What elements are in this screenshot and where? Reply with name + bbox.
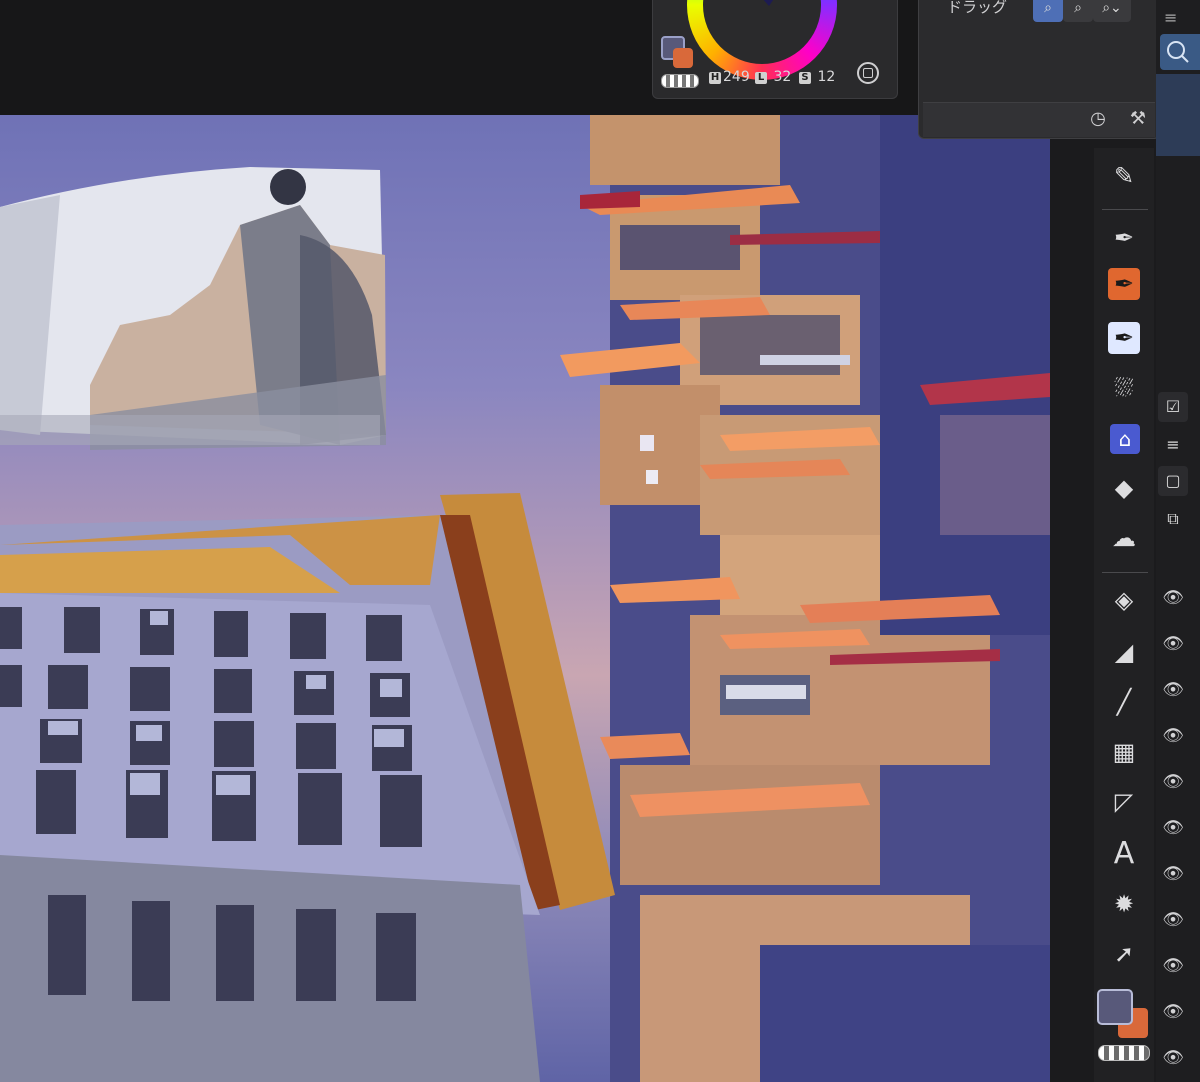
layer-thumbnail-icon[interactable]: ▢	[1158, 466, 1188, 496]
airbrush-tool-icon[interactable]: ⛆	[1104, 368, 1144, 408]
artwork	[0, 115, 1050, 1082]
layer-visibility-eye-icon[interactable]: 👁	[1160, 910, 1186, 930]
layer-visibility-eye-icon[interactable]: 👁	[1160, 588, 1186, 608]
lightness-readout: L 32	[755, 68, 791, 86]
layer-visibility-eye-icon[interactable]: 👁	[1160, 956, 1186, 976]
object-tool-icon[interactable]: ➚	[1104, 934, 1144, 974]
search-glyph	[1167, 41, 1189, 63]
layer-visibility-eye-icon[interactable]: 👁	[1160, 1002, 1186, 1022]
panel-menu-icon[interactable]: ≡	[1164, 8, 1177, 27]
frame-border-tool-icon[interactable]: ▦	[1104, 732, 1144, 772]
wrench-icon[interactable]: ⚒	[1127, 108, 1149, 130]
marker-tool-icon[interactable]: ✒	[1108, 322, 1140, 354]
panel-tab-area[interactable]	[1156, 74, 1200, 156]
ruler-tool-icon[interactable]: ◸	[1104, 782, 1144, 822]
tool-divider	[1102, 572, 1148, 573]
color-wheel-panel: H 249 L 32 S 12	[652, 0, 898, 99]
zoom-in-mode-icon[interactable]: ⌕	[1033, 0, 1063, 22]
hue-readout: H 249	[709, 68, 750, 86]
hue-value: 249	[723, 69, 750, 85]
transparent-color-swatch[interactable]	[661, 74, 699, 88]
tool-property-panel: ドラッグ ⌕ ⌕ ⌕⌄ ◷ ⚒	[918, 0, 1160, 139]
eraser-tool-icon[interactable]: ◆	[1104, 468, 1144, 508]
search-icon[interactable]	[1160, 34, 1200, 70]
main-color-icon[interactable]	[1097, 989, 1133, 1025]
layer-visibility-eye-icon[interactable]: 👁	[1160, 634, 1186, 654]
reference-sketch	[0, 167, 386, 450]
layer-visibility-eye-icon[interactable]: 👁	[1160, 1048, 1186, 1068]
text-tool-icon[interactable]: A	[1104, 834, 1144, 874]
eyedropper-tool-icon[interactable]: ✎	[1104, 156, 1144, 196]
zoom-out-mode-icon[interactable]: ⌕	[1063, 0, 1093, 22]
zoom-reset-mode-icon[interactable]: ⌕⌄	[1093, 0, 1131, 22]
drag-label: ドラッグ	[947, 0, 1008, 16]
balloon-tool-icon[interactable]: ✹	[1104, 884, 1144, 924]
lightness-key: L	[755, 72, 767, 84]
foreground-building	[0, 493, 615, 1082]
saturation-lightness-area[interactable]	[725, 0, 803, 6]
color-wheel-center	[703, 0, 821, 64]
sub-color-swatch[interactable]	[673, 48, 693, 68]
transparent-color-icon[interactable]	[1098, 1045, 1150, 1061]
layer-visibility-eye-icon[interactable]: 👁	[1160, 818, 1186, 838]
layer-visibility-eye-icon[interactable]: 👁	[1160, 864, 1186, 884]
clip-icon[interactable]: ⧉	[1158, 504, 1188, 534]
city-block	[560, 115, 1050, 1082]
pen-tool-icon[interactable]: ✒	[1104, 218, 1144, 258]
decoration-tool-icon[interactable]: ⌂	[1110, 424, 1140, 454]
saturation-value: 12	[817, 69, 836, 85]
drawing-canvas[interactable]	[0, 115, 1050, 1082]
color-panel-menu-icon[interactable]	[857, 62, 879, 84]
fill-tool-icon[interactable]: ◈	[1104, 580, 1144, 620]
layer-visibility-eye-icon[interactable]: 👁	[1160, 772, 1186, 792]
layer-visibility-eye-icon[interactable]: 👁	[1160, 726, 1186, 746]
figure-tool-icon[interactable]: ╱	[1104, 682, 1144, 722]
blend-tool-icon[interactable]: ☁	[1104, 518, 1144, 558]
tool-property-footer	[923, 102, 1155, 137]
hue-key: H	[709, 72, 721, 84]
lightness-value: 32	[773, 69, 792, 85]
checkbox-icon[interactable]: ☑	[1158, 392, 1188, 422]
layer-menu-icon[interactable]: ≡	[1158, 430, 1188, 460]
gradient-tool-icon[interactable]: ◢	[1104, 632, 1144, 672]
tool-divider	[1102, 209, 1148, 210]
saturation-key: S	[799, 72, 811, 84]
pencil-tool-icon[interactable]: ✒	[1108, 268, 1140, 300]
saturation-readout: S 12	[799, 68, 835, 86]
clock-icon[interactable]: ◷	[1087, 108, 1109, 130]
layer-visibility-eye-icon[interactable]: 👁	[1160, 680, 1186, 700]
